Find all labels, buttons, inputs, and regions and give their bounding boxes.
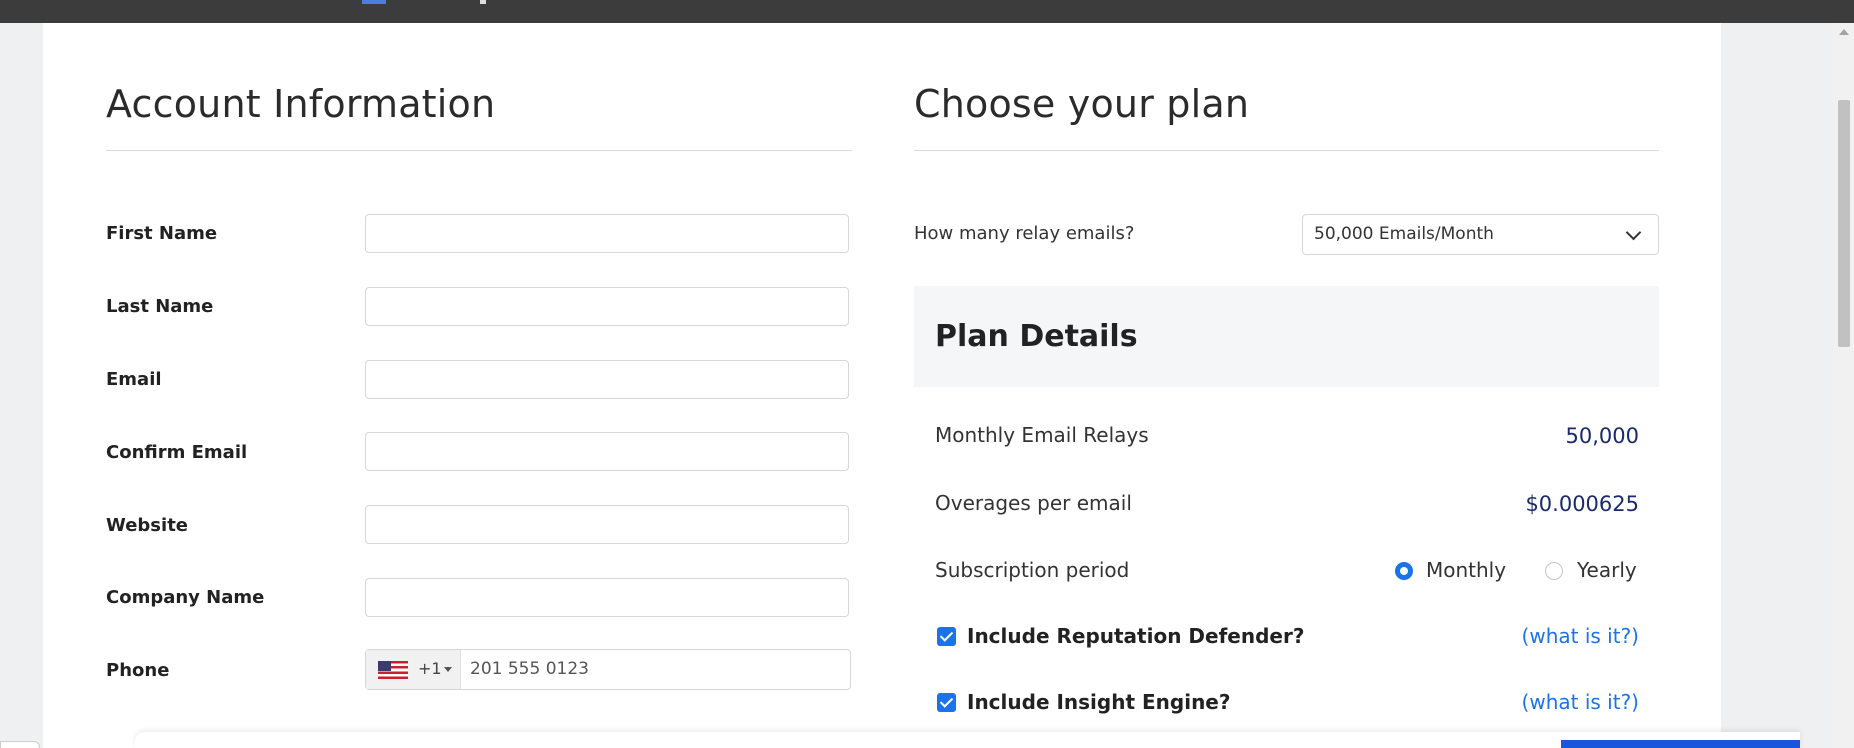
overages-label: Overages per email	[935, 491, 1132, 515]
browser-top-bar	[0, 0, 1854, 23]
monthly-relays-label: Monthly Email Relays	[935, 423, 1149, 447]
email-label: Email	[106, 369, 162, 390]
overages-value: $0.000625	[1525, 492, 1639, 516]
yearly-radio[interactable]	[1545, 562, 1563, 580]
country-code: +1	[418, 659, 442, 678]
company-name-input[interactable]	[365, 578, 849, 617]
relay-emails-label: How many relay emails?	[914, 223, 1135, 244]
website-label: Website	[106, 515, 189, 536]
plan-section-title: Choose your plan	[914, 82, 1250, 126]
caret-down-icon	[444, 667, 452, 672]
bottom-action-button[interactable]	[1561, 740, 1800, 748]
first-name-label: First Name	[106, 223, 218, 244]
subscription-period-label: Subscription period	[935, 558, 1130, 582]
scroll-up-arrow-icon[interactable]	[1839, 29, 1849, 35]
page-scrollbar[interactable]	[1833, 23, 1854, 748]
confirm-email-input[interactable]	[365, 432, 849, 471]
phone-label: Phone	[106, 660, 170, 681]
us-flag-icon	[378, 661, 408, 679]
yearly-radio-label[interactable]: Yearly	[1577, 558, 1637, 582]
browser-tab-indicator	[362, 0, 386, 4]
chevron-down-icon	[1625, 224, 1642, 241]
reputation-defender-label[interactable]: Include Reputation Defender?	[967, 624, 1304, 648]
last-name-label: Last Name	[106, 296, 214, 317]
monthly-radio[interactable]	[1395, 562, 1413, 580]
relay-emails-selected: 50,000 Emails/Month	[1314, 224, 1494, 244]
insight-engine-info-link[interactable]: (what is it?)	[1522, 690, 1639, 714]
phone-field[interactable]: +1 201 555 0123	[365, 649, 851, 690]
reputation-defender-info-link[interactable]: (what is it?)	[1522, 624, 1639, 648]
reputation-defender-checkbox[interactable]	[937, 627, 956, 646]
last-name-input[interactable]	[365, 287, 849, 326]
browser-tab-indicator-2	[480, 0, 486, 4]
corner-widget[interactable]	[0, 741, 40, 748]
insight-engine-label[interactable]: Include Insight Engine?	[967, 690, 1230, 714]
company-name-label: Company Name	[106, 587, 265, 608]
first-name-input[interactable]	[365, 214, 849, 253]
account-divider	[106, 150, 852, 151]
account-section-title: Account Information	[106, 82, 496, 126]
plan-details-title: Plan Details	[935, 319, 1138, 354]
plan-details-header: Plan Details	[914, 286, 1659, 387]
website-input[interactable]	[365, 505, 849, 544]
plan-divider	[914, 150, 1659, 151]
monthly-radio-label[interactable]: Monthly	[1426, 558, 1506, 582]
bottom-sticky-panel	[135, 732, 1800, 748]
email-input[interactable]	[365, 360, 849, 399]
scrollbar-thumb[interactable]	[1838, 100, 1850, 347]
country-code-selector[interactable]: +1	[366, 650, 461, 689]
relay-emails-select[interactable]: 50,000 Emails/Month	[1302, 214, 1659, 255]
monthly-relays-value: 50,000	[1565, 424, 1639, 448]
confirm-email-label: Confirm Email	[106, 442, 248, 463]
insight-engine-checkbox[interactable]	[937, 693, 956, 712]
phone-input-placeholder[interactable]: 201 555 0123	[470, 659, 589, 679]
